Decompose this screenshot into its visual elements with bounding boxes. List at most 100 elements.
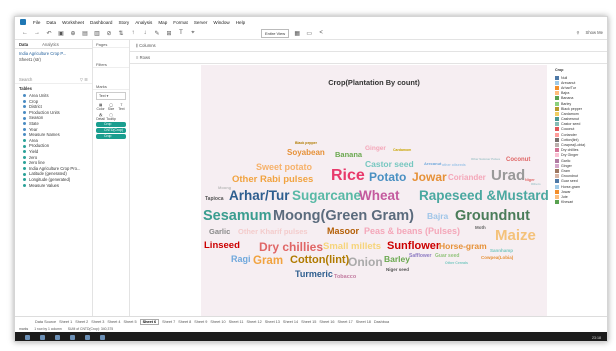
sheet-tab[interactable]: Sheet 15 xyxy=(301,320,316,324)
word-mark[interactable]: Tobacco xyxy=(334,274,356,281)
pill-cntd-crop[interactable]: CNTD(Crop) xyxy=(96,128,126,133)
word-mark[interactable]: Coriander xyxy=(448,174,486,182)
menu-story[interactable]: Story xyxy=(118,20,129,25)
sheet-tab[interactable]: Sheet 18 xyxy=(356,320,371,324)
word-mark[interactable]: Arhar/Tur xyxy=(229,189,290,203)
word-mark[interactable]: Horse-gram xyxy=(439,242,487,251)
pill-crop-text[interactable]: Crop xyxy=(96,134,126,139)
word-mark[interactable]: Gram xyxy=(253,255,283,268)
word-mark[interactable]: Others xyxy=(531,183,541,186)
new-sheet-icon[interactable]: ▤ xyxy=(81,29,89,37)
sheet-tab[interactable]: Sheet 3 xyxy=(91,320,104,324)
word-mark[interactable]: Safflower xyxy=(409,254,432,259)
text-button[interactable]: T Text xyxy=(117,102,126,111)
menu-format[interactable]: Format xyxy=(173,20,188,25)
datasource-tab[interactable]: Data Source xyxy=(35,320,56,324)
sheet-tab[interactable]: Sheet 12 xyxy=(247,320,262,324)
taskbar-app-icon[interactable] xyxy=(85,335,90,340)
rows-shelf[interactable]: ≡ Rows xyxy=(130,52,607,64)
back-icon[interactable]: ← xyxy=(21,29,29,37)
word-mark[interactable]: Sugarcane xyxy=(292,189,361,203)
taskbar-app-icon[interactable] xyxy=(40,335,45,340)
word-mark[interactable]: Niger seed xyxy=(386,267,409,273)
word-mark[interactable]: Banana xyxy=(335,151,362,159)
menu-window[interactable]: Window xyxy=(213,20,229,25)
menu-dashboard[interactable]: Dashboard xyxy=(90,20,112,25)
menu-map[interactable]: Map xyxy=(158,20,167,25)
chart-icon[interactable]: ▦ xyxy=(293,29,301,37)
search-input[interactable]: Search xyxy=(19,77,32,83)
word-mark[interactable]: Guar seed xyxy=(435,254,459,259)
group-icon[interactable]: ⊞ xyxy=(165,29,173,37)
new-datasource-icon[interactable]: ⊕ xyxy=(69,29,77,37)
word-mark[interactable]: Tapioca xyxy=(205,197,224,202)
word-mark[interactable]: Arecanut xyxy=(424,162,441,166)
word-mark[interactable]: Other Summer Pulses xyxy=(471,158,500,161)
sort-desc-icon[interactable]: ↓ xyxy=(141,29,149,37)
sheet-tab[interactable]: Sheet 16 xyxy=(319,320,334,324)
sheet-tab[interactable]: Sheet 5 xyxy=(123,320,136,324)
sheet-tab[interactable]: Sheet 10 xyxy=(210,320,225,324)
tooltip-button[interactable]: ▢ Tooltip xyxy=(106,112,116,121)
word-mark[interactable]: Rapeseed &Mustard xyxy=(419,189,549,203)
color-button[interactable]: ▩ Color xyxy=(96,102,105,111)
sheet-tab[interactable]: Sheet 4 xyxy=(107,320,120,324)
sheet-tab[interactable]: Sheet 13 xyxy=(265,320,280,324)
pages-card[interactable]: Pages xyxy=(93,40,129,48)
word-mark[interactable]: Maize xyxy=(495,228,536,243)
word-mark[interactable]: Moong(Green Gram) xyxy=(273,209,414,224)
pin-icon[interactable]: ⌖ xyxy=(189,29,197,37)
word-mark[interactable]: Groundnut xyxy=(455,209,530,224)
word-mark[interactable]: Sweet potato xyxy=(256,163,312,172)
menu-server[interactable]: Server xyxy=(194,20,208,25)
menu-data[interactable]: Data xyxy=(46,20,56,25)
sheet-tab[interactable]: Sheet 8 xyxy=(178,320,191,324)
size-button[interactable]: ◯ Size xyxy=(106,102,116,111)
word-mark[interactable]: Linseed xyxy=(204,241,240,251)
sheet-tab[interactable]: Sheet 14 xyxy=(283,320,298,324)
word-mark[interactable]: Masoor xyxy=(327,227,359,236)
word-mark[interactable]: Castor seed xyxy=(365,160,414,169)
menu-help[interactable]: Help xyxy=(236,20,245,25)
word-mark[interactable]: Rice xyxy=(331,168,365,184)
clear-icon[interactable]: ⊘ xyxy=(105,29,113,37)
detail-button[interactable]: ⁂ Detail xyxy=(96,112,105,121)
forward-icon[interactable]: → xyxy=(33,29,41,37)
undo-icon[interactable]: ↶ xyxy=(45,29,53,37)
datasource-item[interactable]: India Agriculture Crop P... Sheet1 (str) xyxy=(15,49,92,65)
word-mark[interactable]: Bajra xyxy=(427,212,448,221)
highlight-icon[interactable]: ✎ xyxy=(153,29,161,37)
search-icon[interactable]: ⚲ xyxy=(576,30,579,35)
mark-type-select[interactable]: Text ▾ xyxy=(96,92,126,100)
sheet-tab[interactable]: Sheet 9 xyxy=(194,320,207,324)
pill-crop-color[interactable]: Crop xyxy=(96,122,126,127)
word-mark[interactable]: Peas & beans (Pulses) xyxy=(364,227,460,236)
taskbar-app-icon[interactable] xyxy=(100,335,105,340)
field-search[interactable]: Search ▽ ☰ xyxy=(15,77,92,84)
view-mode-select[interactable]: Entire View xyxy=(261,28,290,38)
sheet-tab[interactable]: Sheet 6 xyxy=(139,318,160,325)
word-mark[interactable]: Dry chillies xyxy=(259,241,323,253)
menu-worksheet[interactable]: Worksheet xyxy=(62,20,84,25)
word-mark[interactable]: Sannhamp xyxy=(490,248,513,254)
tab-data[interactable]: Data xyxy=(19,42,28,47)
word-mark[interactable]: Urad xyxy=(491,168,525,183)
word-mark[interactable]: Soyabean xyxy=(287,149,325,157)
word-cloud-view[interactable]: Crop(Plantation By count) Black pepper So… xyxy=(201,65,549,316)
show-me-button[interactable]: Show Me xyxy=(586,30,603,35)
field-item[interactable]: Measure Values xyxy=(15,183,92,189)
sheet-tab[interactable]: Sheet 11 xyxy=(229,320,244,324)
sheet-tab[interactable]: Sheet 1 xyxy=(59,320,72,324)
word-mark[interactable]: Wheat xyxy=(359,189,400,203)
start-icon[interactable] xyxy=(25,335,30,340)
tab-analytics[interactable]: Analytics xyxy=(42,42,59,47)
save-icon[interactable]: ▣ xyxy=(57,29,65,37)
sheet-tab[interactable]: Sheet 17 xyxy=(338,320,353,324)
word-mark[interactable]: Garlic xyxy=(209,228,230,236)
word-mark[interactable]: Jowar xyxy=(412,171,447,183)
share-icon[interactable]: < xyxy=(317,29,325,37)
word-mark[interactable]: Turmeric xyxy=(295,270,333,279)
word-mark[interactable]: Potato xyxy=(369,171,406,183)
word-mark[interactable]: other oilseeds xyxy=(442,163,466,168)
word-mark[interactable]: Small millets xyxy=(323,242,381,252)
